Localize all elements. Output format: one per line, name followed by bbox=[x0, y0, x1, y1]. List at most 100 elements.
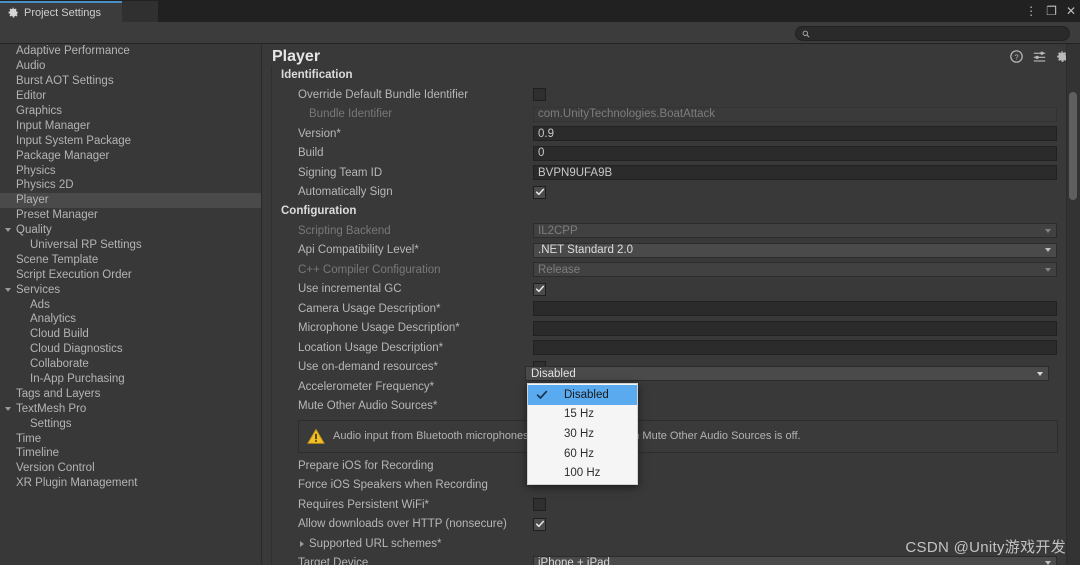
field-row-allow-downloads-over-http-nonsecure: Allow downloads over HTTP (nonsecure) bbox=[271, 515, 1065, 535]
sidebar-item-cloud-build[interactable]: Cloud Build bbox=[0, 327, 261, 342]
field-value: .NET Standard 2.0 bbox=[538, 244, 633, 256]
sidebar-item-input-manager[interactable]: Input Manager bbox=[0, 118, 261, 133]
preset-icon[interactable] bbox=[1033, 50, 1046, 63]
dropdown-api-compatibility-level[interactable]: .NET Standard 2.0 bbox=[533, 243, 1057, 258]
field-value: BVPN9UFA9B bbox=[538, 167, 612, 179]
sidebar-item-services[interactable]: Services bbox=[0, 282, 261, 297]
chevron-down-icon bbox=[1037, 372, 1043, 376]
field-row-requires-persistent-wifi: Requires Persistent WiFi* bbox=[271, 495, 1065, 515]
sidebar-item-version-control[interactable]: Version Control bbox=[0, 461, 261, 476]
field-label: Version* bbox=[298, 128, 341, 140]
sidebar-item-universal-rp-settings[interactable]: Universal RP Settings bbox=[0, 238, 261, 253]
close-icon[interactable]: ✕ bbox=[1066, 5, 1076, 17]
field-label: Override Default Bundle Identifier bbox=[298, 89, 468, 101]
sidebar-item-label: Editor bbox=[16, 90, 46, 102]
checkbox-use-incremental-gc[interactable] bbox=[533, 283, 546, 296]
accelerometer-frequency-menu[interactable]: Disabled 15 Hz30 Hz60 Hz 100 Hz bbox=[527, 383, 638, 485]
sidebar-item-input-system-package[interactable]: Input System Package bbox=[0, 133, 261, 148]
search-box[interactable] bbox=[795, 26, 1070, 41]
sidebar-item-audio[interactable]: Audio bbox=[0, 59, 261, 74]
accelerometer-frequency-popup[interactable]: Disabled bbox=[525, 366, 1049, 381]
sidebar-item-scene-template[interactable]: Scene Template bbox=[0, 252, 261, 267]
dropdown-option-label: Disabled bbox=[564, 389, 609, 401]
sidebar-item-script-execution-order[interactable]: Script Execution Order bbox=[0, 267, 261, 282]
field-label: Requires Persistent WiFi* bbox=[298, 499, 429, 511]
dropdown-option-15-hz[interactable]: 15 Hz bbox=[528, 405, 637, 425]
checkbox-requires-persistent-wifi[interactable] bbox=[533, 498, 546, 511]
dropdown-option-30-hz[interactable]: 30 Hz bbox=[528, 424, 637, 444]
vertical-scrollbar[interactable] bbox=[1067, 44, 1080, 565]
sidebar-item-analytics[interactable]: Analytics bbox=[0, 312, 261, 327]
sidebar-item-tags-and-layers[interactable]: Tags and Layers bbox=[0, 386, 261, 401]
chevron-down-icon[interactable] bbox=[5, 228, 11, 232]
kebab-menu-icon[interactable]: ⋮ bbox=[1025, 5, 1037, 17]
section-title-configuration: Configuration bbox=[271, 202, 1065, 221]
sidebar-item-ads[interactable]: Ads bbox=[0, 297, 261, 312]
sidebar-item-burst-aot-settings[interactable]: Burst AOT Settings bbox=[0, 74, 261, 89]
sidebar-item-in-app-purchasing[interactable]: In-App Purchasing bbox=[0, 372, 261, 387]
sidebar-item-textmesh-pro[interactable]: TextMesh Pro bbox=[0, 401, 261, 416]
field-value: IL2CPP bbox=[538, 225, 578, 237]
text-input-microphone-usage-description[interactable] bbox=[533, 321, 1057, 336]
sidebar-item-physics-2d[interactable]: Physics 2D bbox=[0, 178, 261, 193]
dropdown-c-compiler-configuration[interactable]: Release bbox=[533, 262, 1057, 277]
sidebar-item-label: Cloud Build bbox=[30, 328, 89, 340]
warning-row: Audio input from Bluetooth microphones i… bbox=[271, 416, 1065, 456]
search-input[interactable] bbox=[814, 28, 1054, 39]
help-icon[interactable]: ? bbox=[1010, 50, 1023, 63]
sidebar-item-label: Audio bbox=[16, 60, 45, 72]
chevron-down-icon[interactable] bbox=[5, 288, 11, 292]
checkbox-allow-downloads-over-http-nonsecure[interactable] bbox=[533, 518, 546, 531]
field-label: Scripting Backend bbox=[298, 225, 391, 237]
sidebar-item-player[interactable]: Player bbox=[0, 193, 261, 208]
chevron-right-icon[interactable] bbox=[300, 541, 304, 547]
sidebar-item-label: Tags and Layers bbox=[16, 388, 100, 400]
vertical-scrollbar-thumb[interactable] bbox=[1069, 92, 1077, 200]
inspector-body: Identification Override Default Bundle Id… bbox=[271, 66, 1065, 565]
sidebar-item-preset-manager[interactable]: Preset Manager bbox=[0, 208, 261, 223]
sidebar-item-xr-plugin-management[interactable]: XR Plugin Management bbox=[0, 476, 261, 491]
sidebar-item-quality[interactable]: Quality bbox=[0, 223, 261, 238]
dropdown-option-100-hz[interactable]: 100 Hz bbox=[528, 463, 637, 483]
sidebar-item-cloud-diagnostics[interactable]: Cloud Diagnostics bbox=[0, 342, 261, 357]
text-input-build[interactable]: 0 bbox=[533, 146, 1057, 161]
sidebar-item-label: Script Execution Order bbox=[16, 269, 132, 281]
field-row-use-incremental-gc: Use incremental GC bbox=[271, 280, 1065, 300]
sidebar-item-package-manager[interactable]: Package Manager bbox=[0, 148, 261, 163]
sidebar-item-time[interactable]: Time bbox=[0, 431, 261, 446]
sidebar-item-label: XR Plugin Management bbox=[16, 477, 137, 489]
dropdown-option-60-hz[interactable]: 60 Hz bbox=[528, 444, 637, 464]
field-label: Bundle Identifier bbox=[309, 108, 392, 120]
dropdown-target-device[interactable]: iPhone + iPad bbox=[533, 556, 1057, 565]
text-input-bundle-identifier[interactable]: com.UnityTechnologies.BoatAttack bbox=[533, 107, 1057, 122]
text-input-version[interactable]: 0.9 bbox=[533, 126, 1057, 141]
sidebar-item-graphics[interactable]: Graphics bbox=[0, 104, 261, 119]
text-input-signing-team-id[interactable]: BVPN9UFA9B bbox=[533, 165, 1057, 180]
tab-project-settings[interactable]: Project Settings bbox=[0, 1, 122, 22]
checkbox-override-default-bundle-identifier[interactable] bbox=[533, 88, 546, 101]
sidebar-item-collaborate[interactable]: Collaborate bbox=[0, 357, 261, 372]
text-input-location-usage-description[interactable] bbox=[533, 340, 1057, 355]
field-row-supported-url-schemes: Supported URL schemes* bbox=[271, 534, 1065, 554]
sidebar-item-physics[interactable]: Physics bbox=[0, 163, 261, 178]
chevron-down-icon bbox=[1045, 248, 1051, 252]
sidebar-item-settings[interactable]: Settings bbox=[0, 416, 261, 431]
text-input-camera-usage-description[interactable] bbox=[533, 301, 1057, 316]
field-label: Prepare iOS for Recording bbox=[298, 460, 434, 472]
field-row-target-device: Target DeviceiPhone + iPad bbox=[271, 554, 1065, 565]
sidebar-item-label: Input System Package bbox=[16, 135, 131, 147]
sidebar-item-timeline[interactable]: Timeline bbox=[0, 446, 261, 461]
sidebar-item-editor[interactable]: Editor bbox=[0, 89, 261, 104]
chevron-down-icon[interactable] bbox=[5, 407, 11, 411]
sidebar-item-adaptive-performance[interactable]: Adaptive Performance bbox=[0, 44, 261, 59]
settings-sidebar[interactable]: Adaptive PerformanceAudio Burst AOT Setti… bbox=[0, 44, 262, 565]
dropdown-option-disabled[interactable]: Disabled bbox=[528, 385, 637, 405]
section-title-identification: Identification bbox=[271, 66, 1065, 85]
maximize-icon[interactable]: ❐ bbox=[1046, 5, 1057, 17]
panel-header: Player ? bbox=[263, 44, 1080, 66]
checkbox-automatically-sign[interactable] bbox=[533, 186, 546, 199]
field-label: C++ Compiler Configuration bbox=[298, 264, 441, 276]
sidebar-item-label: Player bbox=[16, 194, 49, 206]
dropdown-option-label: 100 Hz bbox=[564, 467, 600, 479]
dropdown-scripting-backend[interactable]: IL2CPP bbox=[533, 223, 1057, 238]
